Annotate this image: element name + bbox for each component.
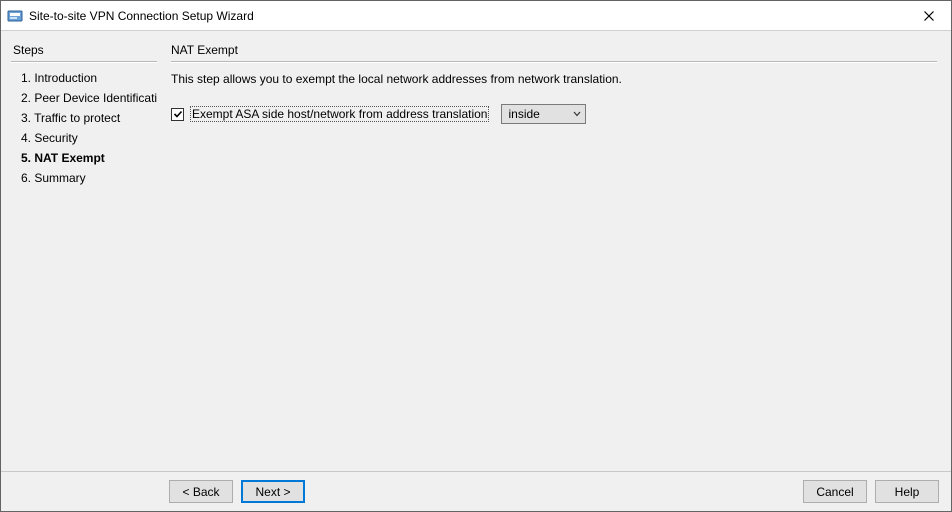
window-title: Site-to-site VPN Connection Setup Wizard <box>29 9 254 23</box>
titlebar: Site-to-site VPN Connection Setup Wizard <box>1 1 951 31</box>
page-title: NAT Exempt <box>171 43 937 57</box>
close-button[interactable] <box>906 1 951 30</box>
page-description: This step allows you to exempt the local… <box>171 72 937 86</box>
step-summary: 6. Summary <box>11 168 157 188</box>
back-button[interactable]: < Back <box>169 480 233 503</box>
step-security: 4. Security <box>11 128 157 148</box>
sidebar-heading: Steps <box>11 43 157 57</box>
check-icon <box>173 109 183 119</box>
chevron-down-icon <box>573 109 581 119</box>
help-button[interactable]: Help <box>875 480 939 503</box>
main-panel: NAT Exempt This step allows you to exemp… <box>161 31 951 471</box>
close-icon <box>924 11 934 21</box>
sidebar-separator <box>11 61 157 62</box>
app-icon <box>7 8 23 24</box>
step-traffic: 3. Traffic to protect <box>11 108 157 128</box>
main-separator <box>171 61 937 62</box>
next-button[interactable]: Next > <box>241 480 305 503</box>
exempt-checkbox-label[interactable]: Exempt ASA side host/network from addres… <box>190 106 489 122</box>
cancel-button[interactable]: Cancel <box>803 480 867 503</box>
interface-dropdown-value: inside <box>508 107 539 121</box>
exempt-row: Exempt ASA side host/network from addres… <box>171 104 937 124</box>
exempt-checkbox[interactable] <box>171 108 184 121</box>
footer: < Back Next > Cancel Help <box>1 471 951 511</box>
step-peer-device: 2. Peer Device Identificatio <box>11 88 157 108</box>
steps-sidebar: Steps 1. Introduction 2. Peer Device Ide… <box>1 31 161 471</box>
step-introduction: 1. Introduction <box>11 68 157 88</box>
step-nat-exempt: 5. NAT Exempt <box>11 148 157 168</box>
interface-dropdown[interactable]: inside <box>501 104 586 124</box>
